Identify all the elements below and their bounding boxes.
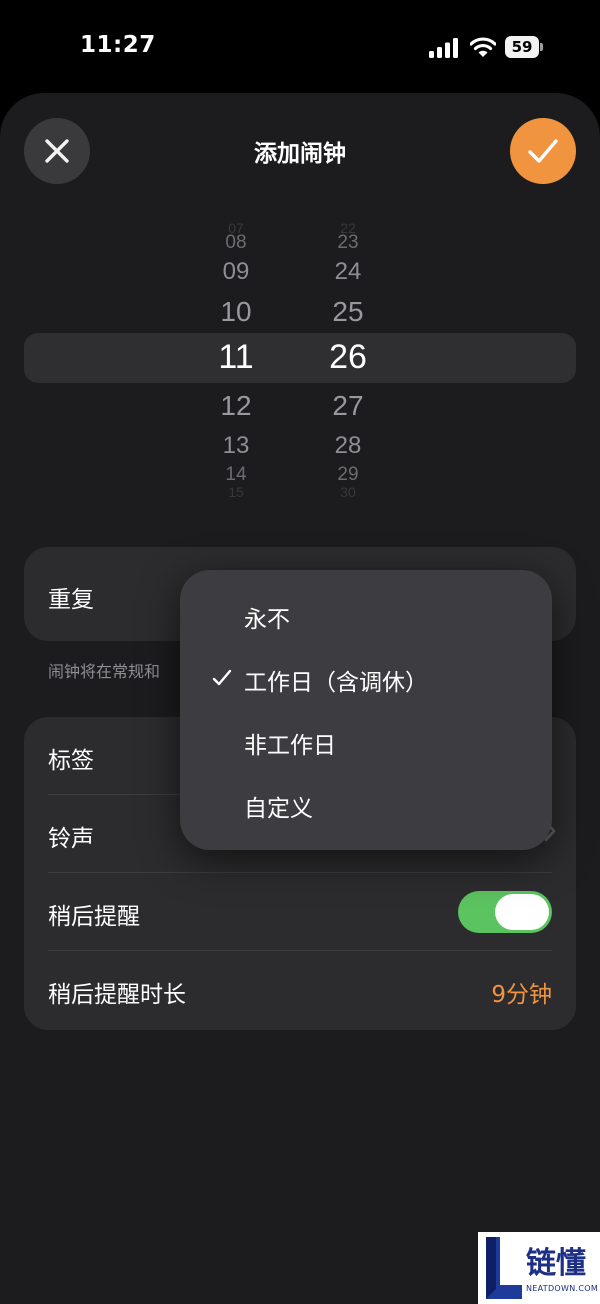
- hour-wheel[interactable]: 07 08 09 10 11 12 13 14 15: [196, 220, 276, 500]
- minute-option[interactable]: 23: [308, 232, 388, 254]
- repeat-label: 重复: [48, 587, 94, 613]
- hour-option[interactable]: 15: [196, 484, 276, 500]
- status-bar: 11:27 59: [0, 0, 600, 90]
- minute-option[interactable]: 24: [308, 258, 388, 286]
- menu-item-label: 永不: [244, 607, 290, 633]
- minute-option[interactable]: 25: [308, 296, 388, 328]
- logo-icon: [486, 1237, 522, 1299]
- minute-option[interactable]: 30: [308, 484, 388, 500]
- screen: 11:27 59 添加闹钟 07 08 09 10 11 12 13 14 15…: [0, 0, 600, 1304]
- selected-minute[interactable]: 26: [308, 338, 388, 377]
- cellular-signal-icon: [429, 38, 458, 58]
- snooze-duration-value: 9分钟: [491, 982, 552, 1008]
- menu-item-custom[interactable]: 自定义: [180, 773, 552, 835]
- menu-item-non-workdays[interactable]: 非工作日: [180, 710, 552, 772]
- wifi-icon: [470, 37, 496, 57]
- battery-level: 59: [511, 38, 533, 56]
- status-time: 11:27: [80, 32, 156, 58]
- checkmark-icon: [528, 139, 558, 163]
- menu-item-label: 非工作日: [244, 733, 336, 759]
- watermark-name: 链懂: [526, 1246, 586, 1281]
- menu-item-workdays[interactable]: 工作日（含调休）: [180, 647, 552, 709]
- snooze-row-label: 稍后提醒: [48, 904, 140, 930]
- minute-option[interactable]: 27: [308, 390, 388, 422]
- snooze-row: 稍后提醒: [24, 873, 576, 951]
- hour-option[interactable]: 10: [196, 296, 276, 328]
- battery-indicator: 59: [505, 36, 543, 58]
- minute-option[interactable]: 28: [308, 432, 388, 460]
- watermark: 链懂 NEATDOWN.COM: [478, 1232, 600, 1304]
- picker-selection-highlight: [24, 333, 576, 383]
- minute-option[interactable]: 29: [308, 464, 388, 486]
- checkmark-icon: [212, 669, 232, 686]
- snooze-duration-row[interactable]: 稍后提醒时长 9分钟: [24, 951, 576, 1029]
- label-row-label: 标签: [48, 748, 94, 774]
- hour-option[interactable]: 08: [196, 232, 276, 254]
- confirm-button[interactable]: [510, 118, 576, 184]
- hour-option[interactable]: 09: [196, 258, 276, 286]
- hour-option[interactable]: 14: [196, 464, 276, 486]
- hour-option[interactable]: 13: [196, 432, 276, 460]
- watermark-site: NEATDOWN.COM: [526, 1284, 599, 1293]
- menu-item-never[interactable]: 永不: [180, 584, 552, 646]
- menu-item-label: 自定义: [244, 796, 313, 822]
- menu-item-label: 工作日（含调休）: [244, 670, 428, 696]
- battery-cap: [540, 43, 543, 51]
- snooze-toggle[interactable]: [458, 891, 552, 933]
- repeat-dropdown-menu: 永不 工作日（含调休） 非工作日 自定义: [180, 570, 552, 850]
- ringtone-row-label: 铃声: [48, 826, 94, 852]
- hour-option[interactable]: 12: [196, 390, 276, 422]
- snooze-duration-label: 稍后提醒时长: [48, 982, 186, 1008]
- minute-wheel[interactable]: 22 23 24 25 26 27 28 29 30: [308, 220, 388, 500]
- toggle-knob: [495, 894, 549, 930]
- selected-hour[interactable]: 11: [196, 338, 276, 377]
- repeat-note: 闹钟将在常规和: [48, 662, 161, 681]
